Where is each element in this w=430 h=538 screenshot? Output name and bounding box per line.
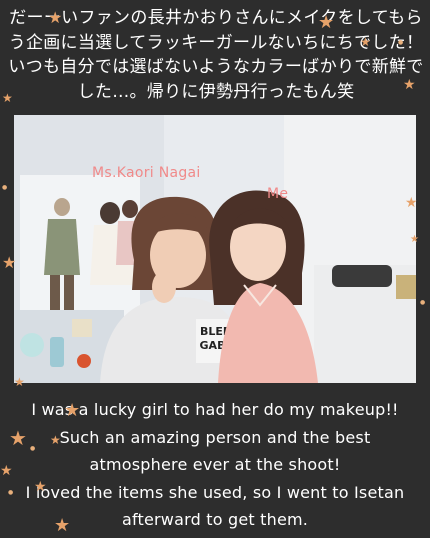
star-icon: ★ [2,253,17,272]
star-icon: ★ [14,375,25,389]
sparkle-icon: ● [30,445,36,452]
sparkle-icon: ● [8,489,14,496]
japanese-caption: だーーいファンの長井かおりさんにメイクをしてもらう企画に当選してラッキーガールな… [8,8,424,102]
star-icon: ★ [410,234,419,245]
star-icon: ★ [34,479,47,495]
english-caption-line: I loved the items she used, so I went to… [25,482,405,502]
sparkle-icon: ● [420,299,426,306]
photo: BLED GABL Ms.Kaori Nagai Me [14,115,416,383]
sparkle-icon: ● [2,184,8,191]
star-icon: ★ [0,463,13,479]
post-card: だーーいファンの長井かおりさんにメイクをしてもらう企画に当選してラッキーガールな… [0,0,430,538]
star-icon: ★ [360,35,371,49]
label-me: Me [267,186,289,202]
star-icon: ★ [64,400,81,421]
star-icon: ★ [9,426,27,450]
star-icon: ★ [405,195,418,211]
english-caption-line: Such an amazing person and the best [59,427,371,447]
sparkle-icon: ● [398,39,404,46]
star-icon: ★ [318,12,335,33]
star-icon: ★ [48,8,63,27]
star-icon: ★ [54,515,71,536]
photo-illustration: BLED GABL [14,115,416,383]
star-icon: ★ [50,433,61,447]
english-caption-line: atmosphere ever at the shoot! [89,455,341,474]
star-icon: ★ [403,77,416,93]
label-kaori-nagai: Ms.Kaori Nagai [92,165,201,181]
star-icon: ★ [2,91,13,105]
